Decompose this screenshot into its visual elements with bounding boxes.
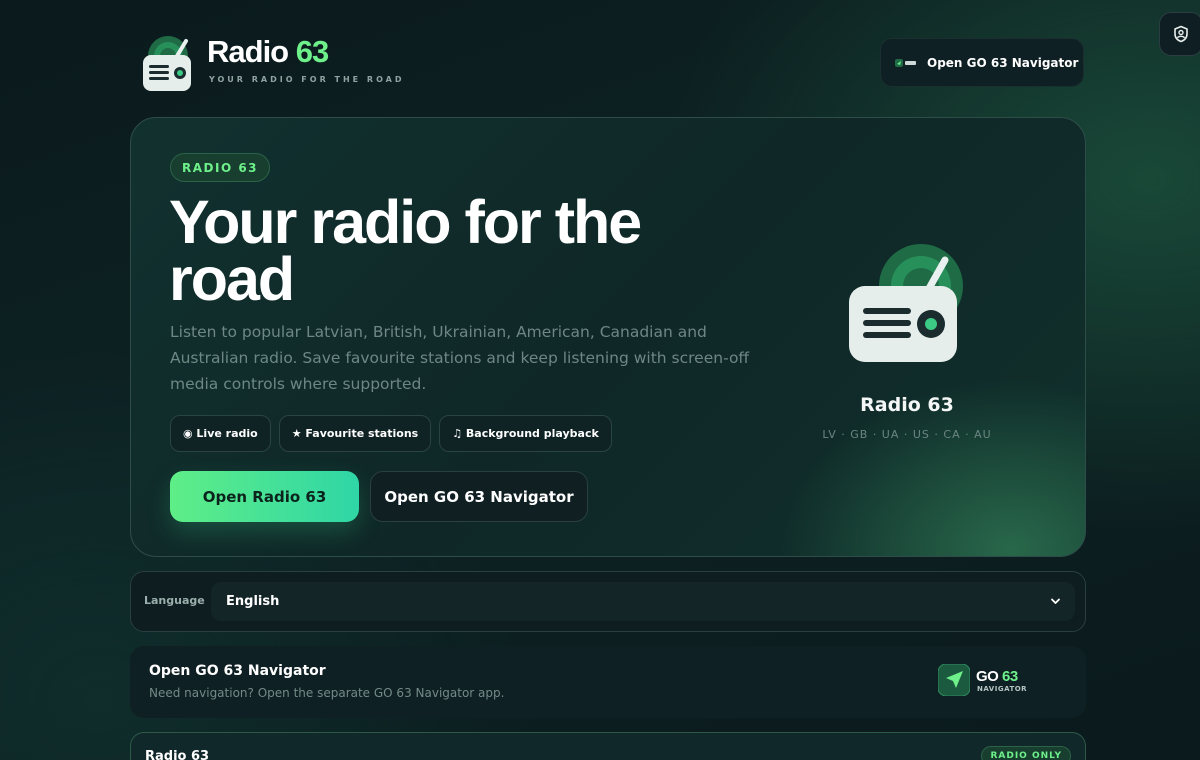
radio-only-badge: RADIO ONLY bbox=[981, 746, 1071, 760]
navigation-arrow-icon bbox=[938, 664, 970, 696]
site-header: Radio 63 YOUR RADIO FOR THE ROAD Open GO… bbox=[142, 34, 1084, 91]
go63-logo-word: GO 63 bbox=[976, 668, 1018, 685]
brand[interactable]: Radio 63 YOUR RADIO FOR THE ROAD bbox=[142, 34, 402, 94]
hero-regions: LV · GB · UA · US · CA · AU bbox=[822, 428, 992, 441]
radio-card[interactable]: Radio 63 RADIO ONLY bbox=[130, 732, 1086, 760]
hero-badge: RADIO 63 bbox=[170, 153, 271, 182]
corner-account-button[interactable] bbox=[1159, 12, 1200, 56]
open-radio-button[interactable]: Open Radio 63 bbox=[170, 471, 359, 522]
header-navigator-button[interactable]: Open GO 63 Navigator bbox=[880, 38, 1084, 87]
language-bar: Language English bbox=[130, 571, 1086, 632]
radio-card-title: Radio 63 bbox=[145, 749, 210, 760]
go63-mini-logo-icon bbox=[895, 58, 916, 67]
chip-live-radio: ◉ Live radio bbox=[170, 415, 271, 452]
hero-actions: Open Radio 63 Open GO 63 Navigator bbox=[170, 471, 588, 522]
hero-card: RADIO 63 Your radio for the road Listen … bbox=[130, 117, 1086, 557]
shield-user-icon bbox=[1174, 25, 1188, 43]
open-navigator-button[interactable]: Open GO 63 Navigator bbox=[370, 471, 588, 522]
hero-app-name: Radio 63 bbox=[860, 394, 954, 416]
go63-logo-subtitle: NAVIGATOR bbox=[977, 685, 1028, 693]
radio-icon bbox=[143, 36, 191, 91]
chip-background-playback: ♫ Background playback bbox=[439, 415, 612, 452]
hero-description: Listen to popular Latvian, British, Ukra… bbox=[170, 323, 750, 393]
brand-name: Radio 63 bbox=[207, 34, 329, 69]
navigator-card-title: Open GO 63 Navigator bbox=[149, 663, 326, 679]
chip-favourite-stations: ★ Favourite stations bbox=[278, 415, 432, 452]
feature-chips: ◉ Live radio ★ Favourite stations ♫ Back… bbox=[170, 415, 612, 452]
chevron-down-icon bbox=[1051, 598, 1060, 604]
go63-navigator-logo: GO 63 NAVIGATOR bbox=[938, 664, 1038, 700]
navigator-card-subtitle: Need navigation? Open the separate GO 63… bbox=[149, 686, 505, 700]
header-navigator-label: Open GO 63 Navigator bbox=[927, 55, 1079, 70]
radio-app-icon bbox=[849, 244, 963, 362]
language-selected-value: English bbox=[226, 594, 280, 609]
language-select[interactable]: English bbox=[211, 582, 1075, 621]
hero-title: Your radio for the road bbox=[169, 188, 642, 313]
navigator-promo-card[interactable]: Open GO 63 Navigator Need navigation? Op… bbox=[130, 646, 1086, 718]
language-label: Language bbox=[144, 594, 205, 607]
brand-tagline: YOUR RADIO FOR THE ROAD bbox=[209, 75, 405, 84]
